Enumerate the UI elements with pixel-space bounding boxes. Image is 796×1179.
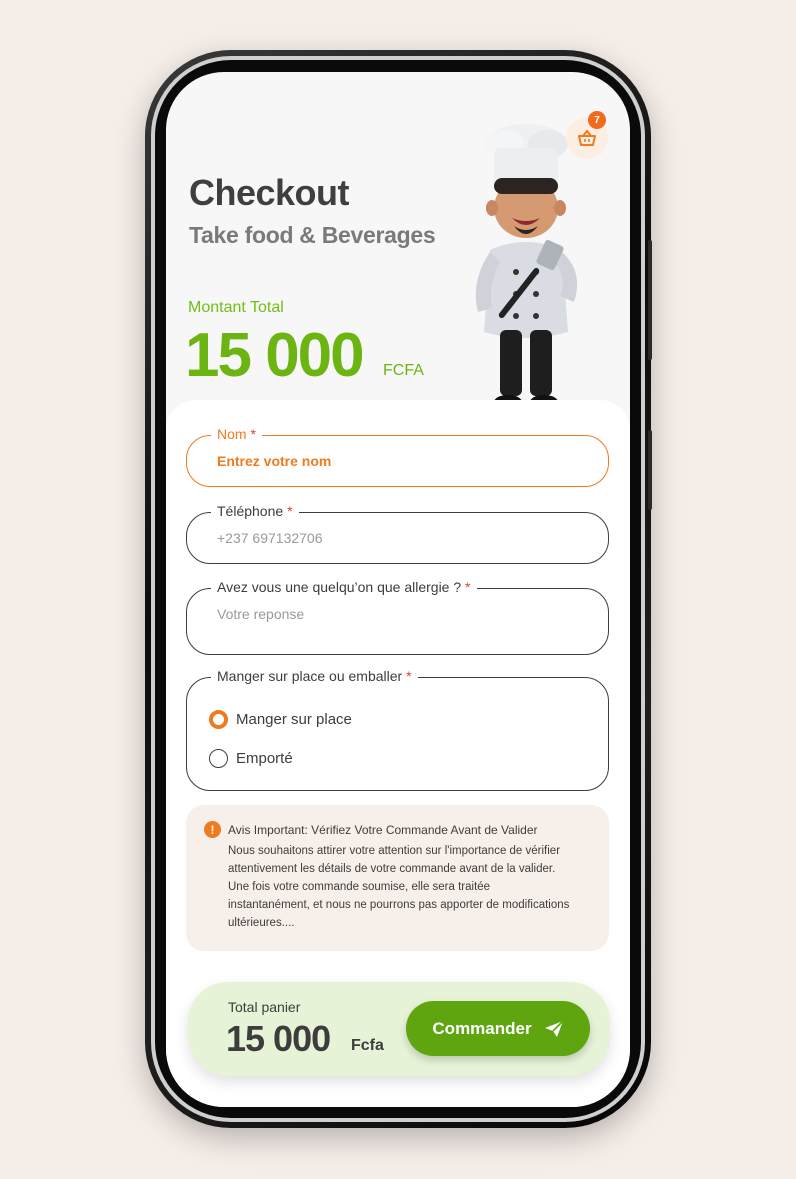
page-title: Checkout: [189, 172, 350, 213]
app-screen: 7 Checkout Take food & Beverages Montant…: [166, 72, 630, 1107]
allergy-field-label: Avez vous une quelqu’on que allergie ? *: [211, 579, 477, 595]
phone-field[interactable]: Téléphone * +237 697132706: [186, 503, 609, 564]
amount-value: 15 000: [185, 321, 365, 390]
radio-option-emporte[interactable]: Emporté: [209, 749, 293, 768]
phone-field-placeholder: +237 697132706: [217, 530, 323, 546]
name-field[interactable]: Nom * Entrez votre nom: [186, 426, 609, 487]
phone-side-button: [648, 430, 652, 510]
page-subtitle: Take food & Beverages: [189, 222, 436, 248]
chef-illustration: [466, 124, 586, 418]
order-button-label: Commander: [432, 1018, 532, 1038]
allergy-field[interactable]: Avez vous une quelqu’on que allergie ? *…: [186, 579, 609, 655]
phone-field-label: Téléphone *: [211, 503, 299, 519]
radio-option-sur-place[interactable]: Manger sur place: [209, 710, 352, 729]
exclamation-icon: !: [204, 821, 221, 838]
amount-currency: FCFA: [383, 362, 424, 379]
order-button[interactable]: Commander: [406, 1001, 590, 1056]
send-icon: [544, 1019, 564, 1037]
radio-unchecked-icon: [209, 749, 228, 768]
basket-icon: [578, 130, 596, 146]
radio-option-label: Emporté: [236, 750, 293, 767]
total-currency: Fcfa: [351, 1037, 384, 1054]
radio-option-label: Manger sur place: [236, 711, 352, 728]
cart-total-bar: Total panier 15 000 Fcfa Commander: [188, 982, 610, 1076]
important-notice: ! Avis Important: Vérifiez Votre Command…: [186, 805, 609, 951]
radio-checked-icon: [209, 710, 228, 729]
service-radio-group: Manger sur place ou emballer * Manger su…: [186, 668, 609, 791]
total-amount: 15 000: [226, 1018, 331, 1059]
allergy-field-placeholder: Votre reponse: [217, 606, 305, 622]
phone-side-button: [648, 240, 652, 360]
service-field-label: Manger sur place ou emballer *: [211, 668, 418, 684]
notice-title: Avis Important: Vérifiez Votre Commande …: [228, 823, 538, 837]
total-label: Total panier: [228, 999, 301, 1015]
name-field-value: Entrez votre nom: [217, 453, 332, 469]
amount-label: Montant Total: [188, 299, 284, 316]
name-field-label: Nom *: [211, 426, 262, 442]
notice-body: Nous souhaitons attirer votre attention …: [228, 845, 570, 929]
cart-count-badge: 7: [588, 111, 606, 129]
